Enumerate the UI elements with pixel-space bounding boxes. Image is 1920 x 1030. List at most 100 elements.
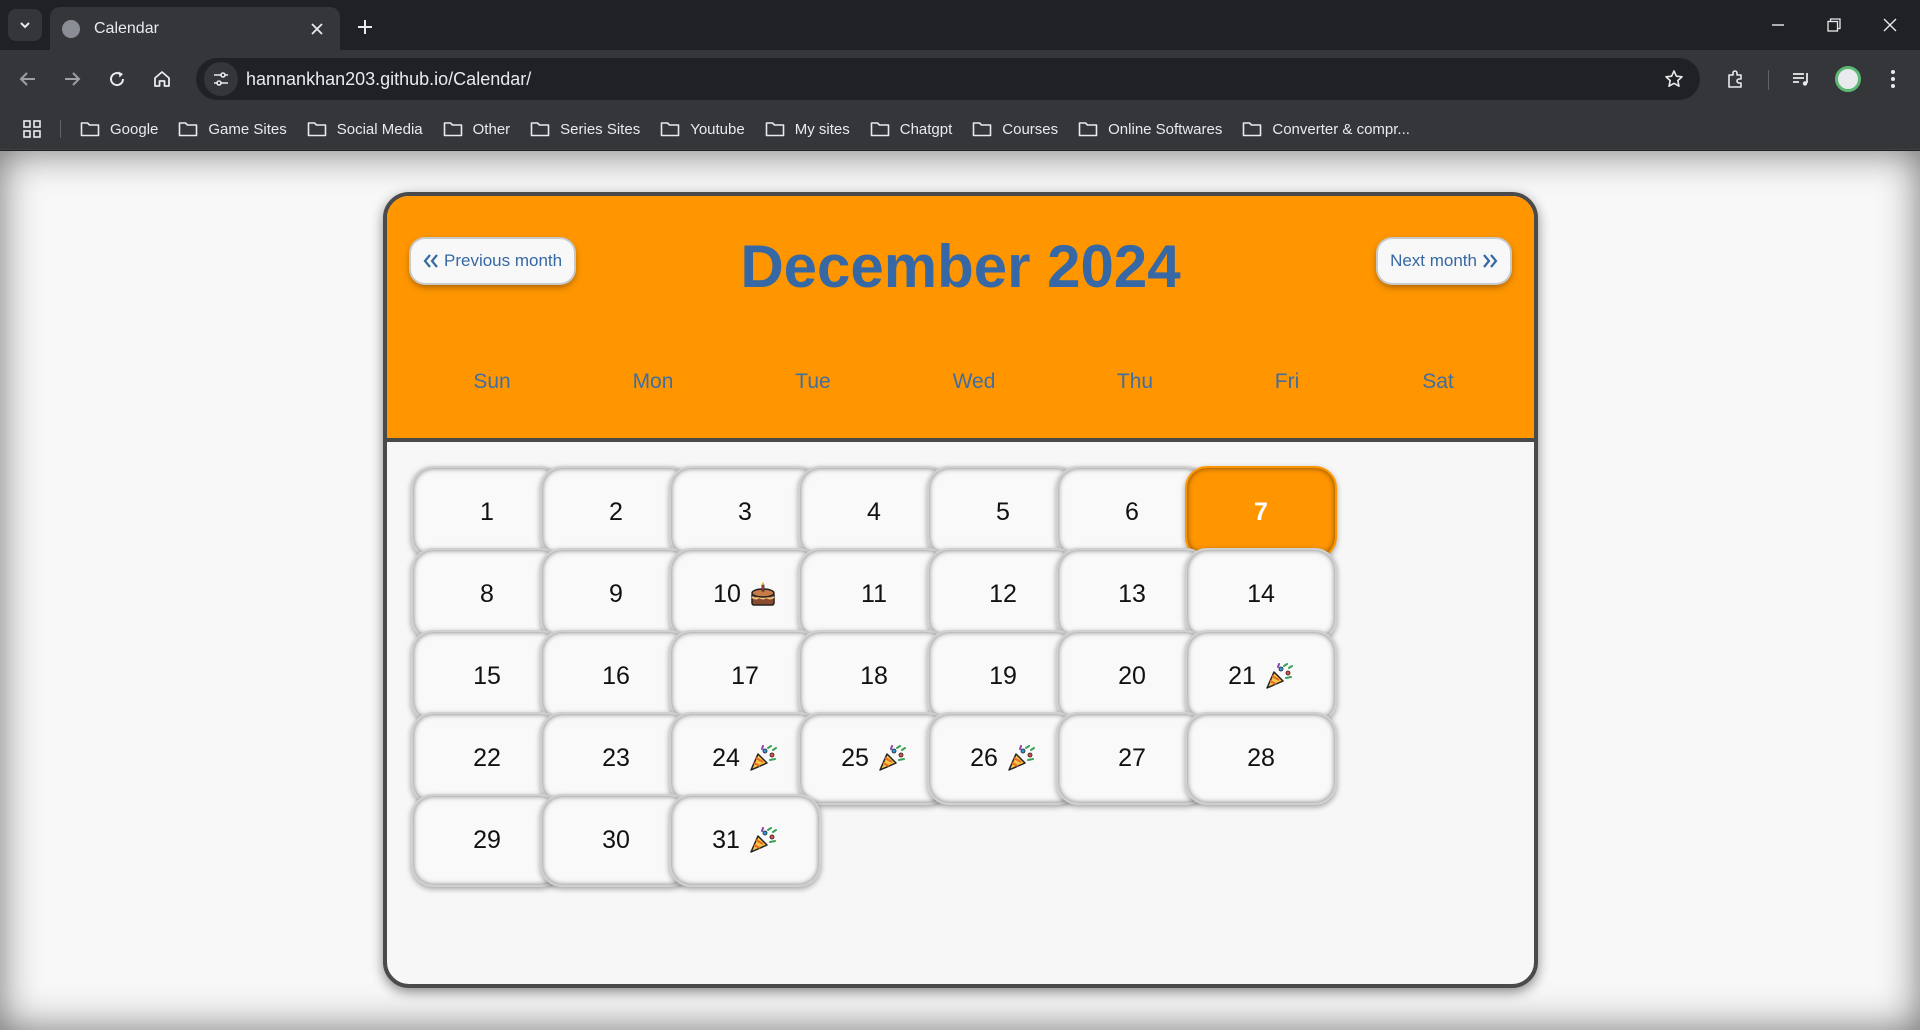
day-number: 12: [989, 580, 1017, 608]
folder-icon: [307, 122, 327, 137]
tab-strip: Calendar: [0, 0, 1920, 50]
bookmark-folder[interactable]: Google: [70, 114, 168, 144]
folder-icon: [870, 122, 890, 137]
close-icon: [311, 22, 323, 35]
plus-icon: [358, 20, 372, 34]
day-number: 17: [731, 662, 759, 690]
folder-icon: [765, 122, 785, 137]
bookmark-folder[interactable]: Other: [433, 114, 521, 144]
reload-icon: [110, 71, 125, 87]
extensions-button[interactable]: [1718, 62, 1752, 96]
page-viewport: Previous month December 2024 Next month …: [0, 151, 1920, 1030]
day-number: 2: [609, 498, 623, 526]
close-icon: [1883, 18, 1897, 32]
weekday-label: Thu: [1116, 370, 1154, 393]
tune-icon: [214, 72, 228, 86]
day-cell[interactable]: 14: [1185, 548, 1337, 641]
browser-menu-button[interactable]: [1876, 62, 1910, 96]
bookmark-label: Courses: [1002, 120, 1059, 138]
next-month-label: Next month: [1390, 251, 1477, 270]
folder-icon: [1243, 122, 1262, 137]
bookmark-label: Game Sites: [208, 120, 287, 138]
star-icon: [1665, 70, 1683, 87]
day-number: 14: [1247, 580, 1275, 608]
bookmark-folder[interactable]: Chatgpt: [860, 114, 963, 144]
day-number: 23: [602, 744, 630, 772]
folder-icon: [179, 122, 198, 137]
month-title: December 2024: [740, 233, 1181, 300]
day-cell[interactable]: 28: [1185, 712, 1337, 805]
tab-search-button[interactable]: [8, 9, 42, 41]
chevron-down-icon: [20, 22, 30, 29]
folder-icon: [660, 122, 680, 137]
folder-icon: [972, 122, 992, 137]
minimize-button[interactable]: [1750, 0, 1806, 50]
bookmark-label: Other: [472, 120, 511, 138]
day-number: 31: [712, 826, 740, 854]
new-tab-button[interactable]: [350, 12, 380, 42]
bookmark-label: My sites: [794, 120, 850, 138]
day-cell[interactable]: 31: [669, 794, 821, 887]
day-number: 28: [1247, 744, 1275, 772]
close-window-button[interactable]: [1862, 0, 1918, 50]
minimize-icon: [1772, 24, 1784, 26]
party-popper-icon: [1006, 744, 1036, 773]
day-number: 1: [480, 498, 494, 526]
home-icon: [154, 71, 170, 87]
profile-avatar[interactable]: [1835, 66, 1861, 92]
day-number: 7: [1254, 498, 1268, 526]
day-number: 8: [480, 580, 494, 608]
bookmark-folder[interactable]: Online Softwares: [1068, 114, 1232, 144]
day-number: 6: [1125, 498, 1139, 526]
close-tab-button[interactable]: [306, 18, 328, 40]
folder-icon: [530, 122, 550, 137]
day-number: 9: [609, 580, 623, 608]
cake-icon: [749, 581, 777, 609]
bookmark-folder[interactable]: Youtube: [650, 114, 755, 144]
bookmark-list: Google Game Sites Social Media Other Series …: [70, 108, 1420, 150]
party-popper-icon: [1264, 662, 1294, 691]
day-number: 16: [602, 662, 630, 690]
browser-tab[interactable]: Calendar: [50, 7, 340, 50]
bookmark-folder[interactable]: Social Media: [297, 114, 433, 144]
bookmark-folder[interactable]: Courses: [962, 114, 1068, 144]
bookmark-label: Online Softwares: [1108, 120, 1223, 138]
day-number: 29: [473, 826, 501, 854]
puzzle-icon: [1728, 70, 1742, 88]
back-button[interactable]: [11, 62, 45, 96]
restore-icon: [1827, 18, 1841, 32]
day-number: 22: [473, 744, 501, 772]
tab-title: Calendar: [94, 19, 159, 37]
day-number: 11: [861, 580, 887, 608]
bookmark-label: Social Media: [336, 120, 423, 138]
site-info-button[interactable]: [204, 62, 238, 96]
bookmark-label: Chatgpt: [899, 120, 953, 138]
bookmark-folder[interactable]: Converter & compr...: [1232, 114, 1420, 144]
weekday-label: Sat: [1422, 370, 1454, 393]
weekday-row: Sun Mon Tue Wed Thu Fri Sat: [387, 370, 1534, 410]
media-control-button[interactable]: [1784, 62, 1818, 96]
day-cell[interactable]: 21: [1185, 630, 1337, 723]
day-number: 3: [738, 498, 752, 526]
restore-button[interactable]: [1806, 0, 1862, 50]
party-popper-icon: [748, 744, 778, 773]
day-number: 27: [1118, 744, 1146, 772]
bookmark-folder[interactable]: My sites: [755, 114, 860, 144]
bookmark-folder[interactable]: Game Sites: [168, 114, 296, 144]
address-bar[interactable]: hannankhan203.github.io/Calendar/: [196, 58, 1700, 100]
weekday-label: Sun: [473, 370, 511, 393]
home-button[interactable]: [145, 62, 179, 96]
day-number: 13: [1118, 580, 1146, 608]
bookmark-folder[interactable]: Series Sites: [520, 114, 650, 144]
forward-button[interactable]: [55, 62, 89, 96]
bookmark-star-button[interactable]: [1662, 67, 1686, 91]
apps-grid-icon[interactable]: [22, 119, 42, 139]
reload-button[interactable]: [100, 62, 134, 96]
party-popper-icon: [748, 826, 778, 855]
day-number: 5: [996, 498, 1010, 526]
next-month-button[interactable]: Next month: [1378, 239, 1510, 283]
folder-icon: [443, 122, 462, 137]
day-cell-today[interactable]: 7: [1185, 466, 1337, 559]
arrow-left-icon: [19, 72, 35, 86]
arrow-right-icon: [65, 72, 81, 86]
